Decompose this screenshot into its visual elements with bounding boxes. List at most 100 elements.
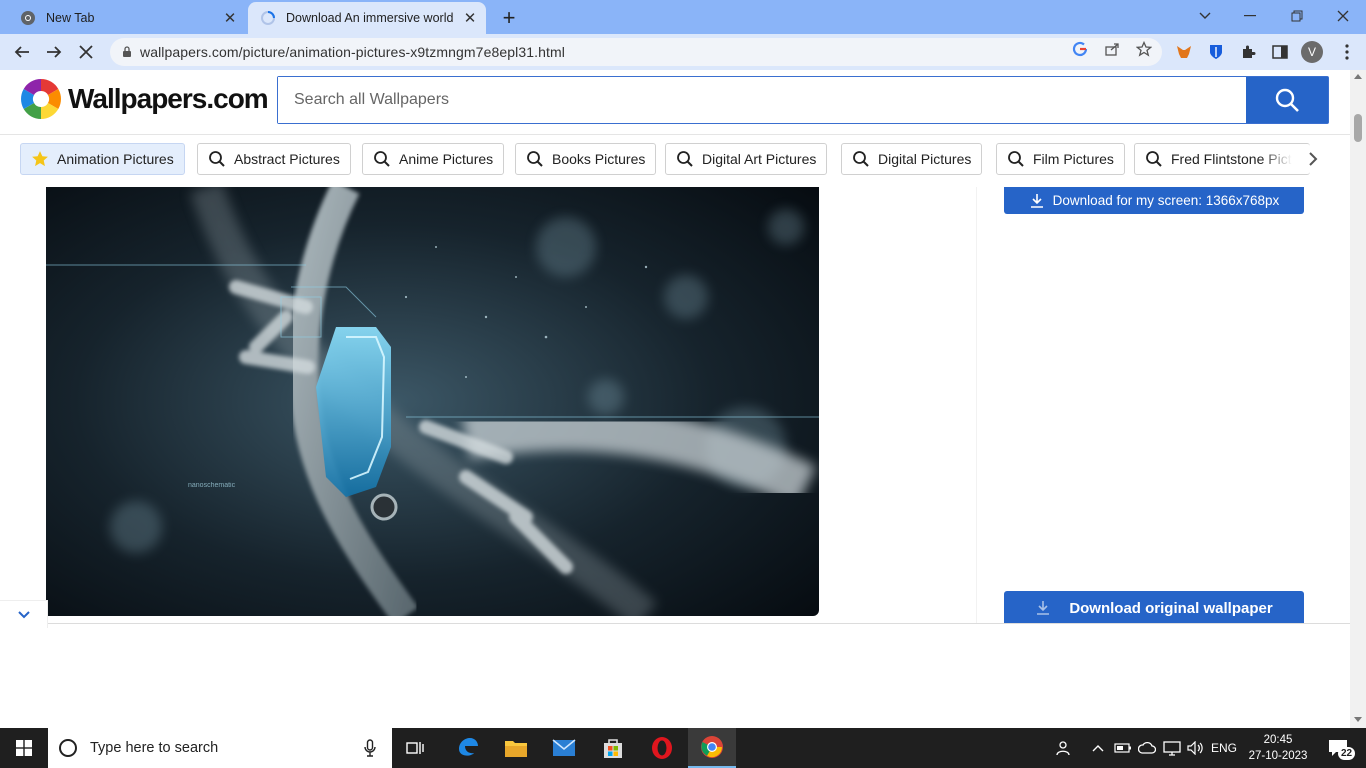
share-icon[interactable] <box>1103 40 1121 58</box>
network-icon[interactable] <box>1160 728 1184 768</box>
clock[interactable]: 20:45 27-10-2023 <box>1244 728 1312 768</box>
battery-icon[interactable] <box>1112 728 1134 768</box>
clock-time: 20:45 <box>1263 734 1293 746</box>
tab-title: Download An immersive world o <box>286 11 454 25</box>
google-lens-icon[interactable] <box>1071 40 1089 58</box>
chip-label: Abstract Pictures <box>234 151 340 167</box>
search-icon <box>676 150 694 168</box>
search-icon <box>852 150 870 168</box>
microsoft-store-icon[interactable] <box>589 728 637 768</box>
chip-label: Books Pictures <box>552 151 646 167</box>
download-icon <box>1037 601 1050 615</box>
close-window-button[interactable] <box>1331 6 1355 26</box>
minimize-button[interactable] <box>1238 6 1262 26</box>
search-icon <box>208 150 226 168</box>
category-chips: Animation Pictures Abstract Pictures Ani… <box>20 143 1310 175</box>
search-input[interactable] <box>278 77 1246 123</box>
scroll-up-arrow[interactable] <box>1354 74 1362 79</box>
tab-title: New Tab <box>46 11 95 25</box>
file-explorer-icon[interactable] <box>492 728 540 768</box>
loading-spinner-icon <box>261 11 275 25</box>
chevron-right-icon[interactable] <box>1304 150 1322 168</box>
side-panel-icon[interactable] <box>1270 42 1290 62</box>
search-icon <box>526 150 544 168</box>
web-page: Wallpapers.com Animation Pictures Abstra… <box>0 70 1350 728</box>
chip-digital-art-pictures[interactable]: Digital Art Pictures <box>665 143 828 175</box>
bitwarden-icon[interactable] <box>1206 42 1226 62</box>
task-view-icon[interactable] <box>392 728 440 768</box>
profile-avatar[interactable]: V <box>1301 41 1323 63</box>
bookmark-star-icon[interactable] <box>1135 40 1153 58</box>
tab-strip: New Tab ✕ Download An immersive world o … <box>0 0 1366 34</box>
close-tab-icon[interactable]: ✕ <box>222 10 238 27</box>
download-sidebar <box>976 187 1350 623</box>
language-indicator[interactable]: ENG <box>1208 728 1240 768</box>
chip-digital-pictures[interactable]: Digital Pictures <box>841 143 983 175</box>
windows-taskbar: Type here to search ENG 20:45 27-10-2023… <box>0 728 1366 768</box>
chip-label: Anime Pictures <box>399 151 494 167</box>
mail-icon[interactable] <box>540 728 588 768</box>
search-icon <box>1275 88 1299 112</box>
chip-label: Animation Pictures <box>57 151 174 167</box>
weather-cloud-icon[interactable] <box>1136 728 1158 768</box>
chevron-up-icon[interactable] <box>1088 728 1108 768</box>
taskbar-search-placeholder: Type here to search <box>90 740 219 756</box>
image-caption: nanoschematic <box>188 482 236 489</box>
chrome-taskbar-icon[interactable] <box>688 728 736 768</box>
button-label: Download for my screen: 1366x768px <box>1052 193 1280 208</box>
lock-icon[interactable] <box>122 46 132 58</box>
search-icon <box>1145 150 1163 168</box>
blank-area <box>0 624 1350 728</box>
clock-date: 27-10-2023 <box>1248 750 1308 762</box>
opera-icon[interactable] <box>638 728 686 768</box>
chevron-down-icon[interactable] <box>0 600 48 628</box>
scroll-down-arrow[interactable] <box>1354 717 1362 722</box>
search-icon <box>1007 150 1025 168</box>
chip-label: Film Pictures <box>1033 151 1114 167</box>
chip-animation-pictures[interactable]: Animation Pictures <box>20 143 185 175</box>
volume-icon[interactable] <box>1186 728 1206 768</box>
new-tab-button[interactable]: + <box>498 5 520 30</box>
color-wheel-logo-icon <box>21 79 61 119</box>
wallpaper-search <box>277 76 1329 124</box>
chip-film-pictures[interactable]: Film Pictures <box>996 143 1125 175</box>
scrollbar-thumb[interactable] <box>1354 114 1362 142</box>
page-scrollbar[interactable] <box>1350 70 1366 728</box>
forward-icon[interactable] <box>42 41 66 63</box>
search-button[interactable] <box>1246 77 1328 123</box>
site-brand: Wallpapers.com <box>68 83 269 114</box>
address-bar[interactable]: wallpapers.com/picture/animation-picture… <box>110 38 1162 66</box>
back-icon[interactable] <box>10 41 34 63</box>
star-icon <box>31 150 49 168</box>
chip-books-pictures[interactable]: Books Pictures <box>515 143 657 175</box>
tab-wallpapers[interactable]: Download An immersive world o ✕ <box>248 2 486 34</box>
metamask-icon[interactable] <box>1174 42 1194 62</box>
chrome-icon <box>21 11 35 25</box>
microphone-icon[interactable] <box>364 739 376 757</box>
dna-artwork: nanoschematic <box>46 187 819 616</box>
wallpaper-image[interactable]: nanoschematic <box>46 187 819 616</box>
download-original-button[interactable]: Download original wallpaper <box>1004 591 1304 625</box>
search-circle-icon <box>59 739 77 757</box>
close-tab-icon[interactable]: ✕ <box>462 10 478 27</box>
restore-button[interactable] <box>1285 6 1309 26</box>
windows-start-icon[interactable] <box>0 728 48 768</box>
notifications-button[interactable]: 22 <box>1318 728 1358 768</box>
extensions-puzzle-icon[interactable] <box>1238 42 1258 62</box>
url-text: wallpapers.com/picture/animation-picture… <box>140 44 565 60</box>
chip-fred-flintstone-pictures[interactable]: Fred Flintstone Pict <box>1134 143 1310 175</box>
chip-anime-pictures[interactable]: Anime Pictures <box>362 143 505 175</box>
header-divider <box>0 134 1350 135</box>
chip-abstract-pictures[interactable]: Abstract Pictures <box>197 143 351 175</box>
chip-label: Fred Flintstone Pict <box>1171 151 1292 167</box>
menu-dots-icon[interactable] <box>1337 42 1357 62</box>
people-icon[interactable] <box>1050 728 1078 768</box>
taskbar-search-box[interactable]: Type here to search <box>48 728 392 768</box>
site-logo[interactable]: Wallpapers.com <box>20 78 269 120</box>
stop-loading-icon[interactable] <box>74 41 98 63</box>
download-for-my-screen-button[interactable]: Download for my screen: 1366x768px <box>1004 187 1304 214</box>
edge-icon[interactable] <box>444 728 492 768</box>
tab-new-tab[interactable]: New Tab ✕ <box>8 2 246 34</box>
tab-search-icon[interactable] <box>1193 6 1217 26</box>
download-icon <box>1030 193 1043 208</box>
